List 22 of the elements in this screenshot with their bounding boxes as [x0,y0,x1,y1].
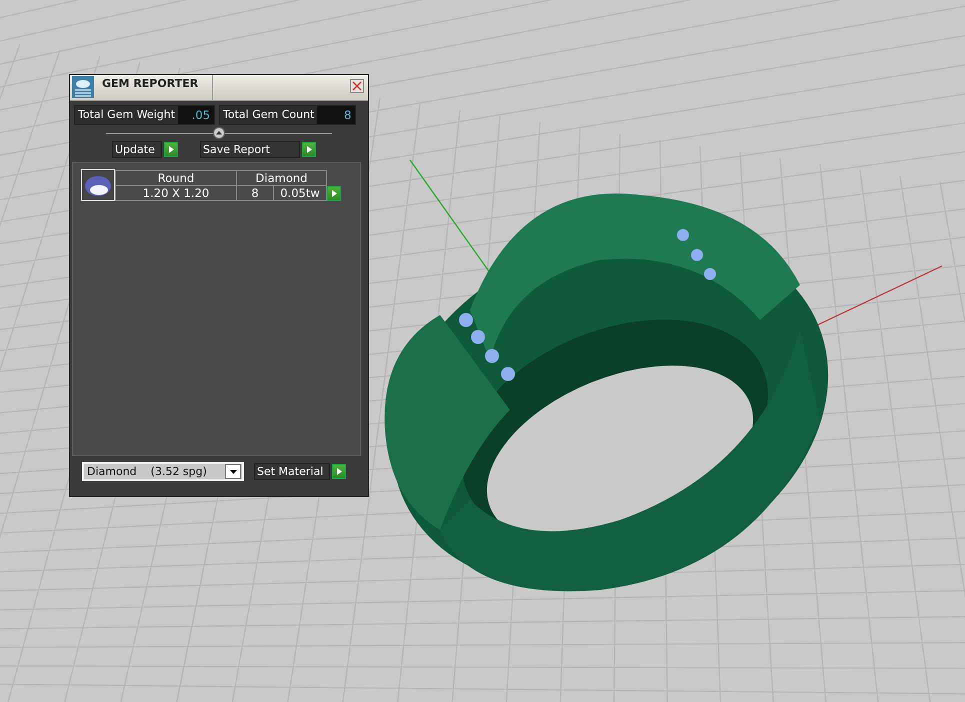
play-icon[interactable] [164,142,178,157]
table-cell: Diamond [236,170,326,186]
report-button[interactable]: Save Report [200,141,300,158]
play-icon[interactable] [327,186,341,201]
set-material-button[interactable]: Set Material [254,463,330,480]
caret-icon [230,470,236,474]
total-label: Total Gem Weight [75,106,178,124]
total-value: .05 [178,106,214,124]
table-cell: 0.05tw [274,186,326,200]
collapse-handle-icon[interactable] [213,127,225,139]
play-icon[interactable] [332,464,346,479]
window-title: GEM REPORTER [101,76,200,92]
table-cell: 1.20 X 1.20 [116,186,236,200]
close-button[interactable] [350,79,364,93]
total-value: 8 [317,106,356,124]
app-icon [72,76,94,98]
table-cell: 8 [236,186,274,200]
total-label: Total Gem Count [220,106,318,124]
material-dropdown[interactable]: Diamond (3.52 spg) [82,462,244,481]
play-icon[interactable] [302,142,316,157]
table-cell: Round [116,170,236,186]
report-button[interactable]: Update [112,141,162,158]
